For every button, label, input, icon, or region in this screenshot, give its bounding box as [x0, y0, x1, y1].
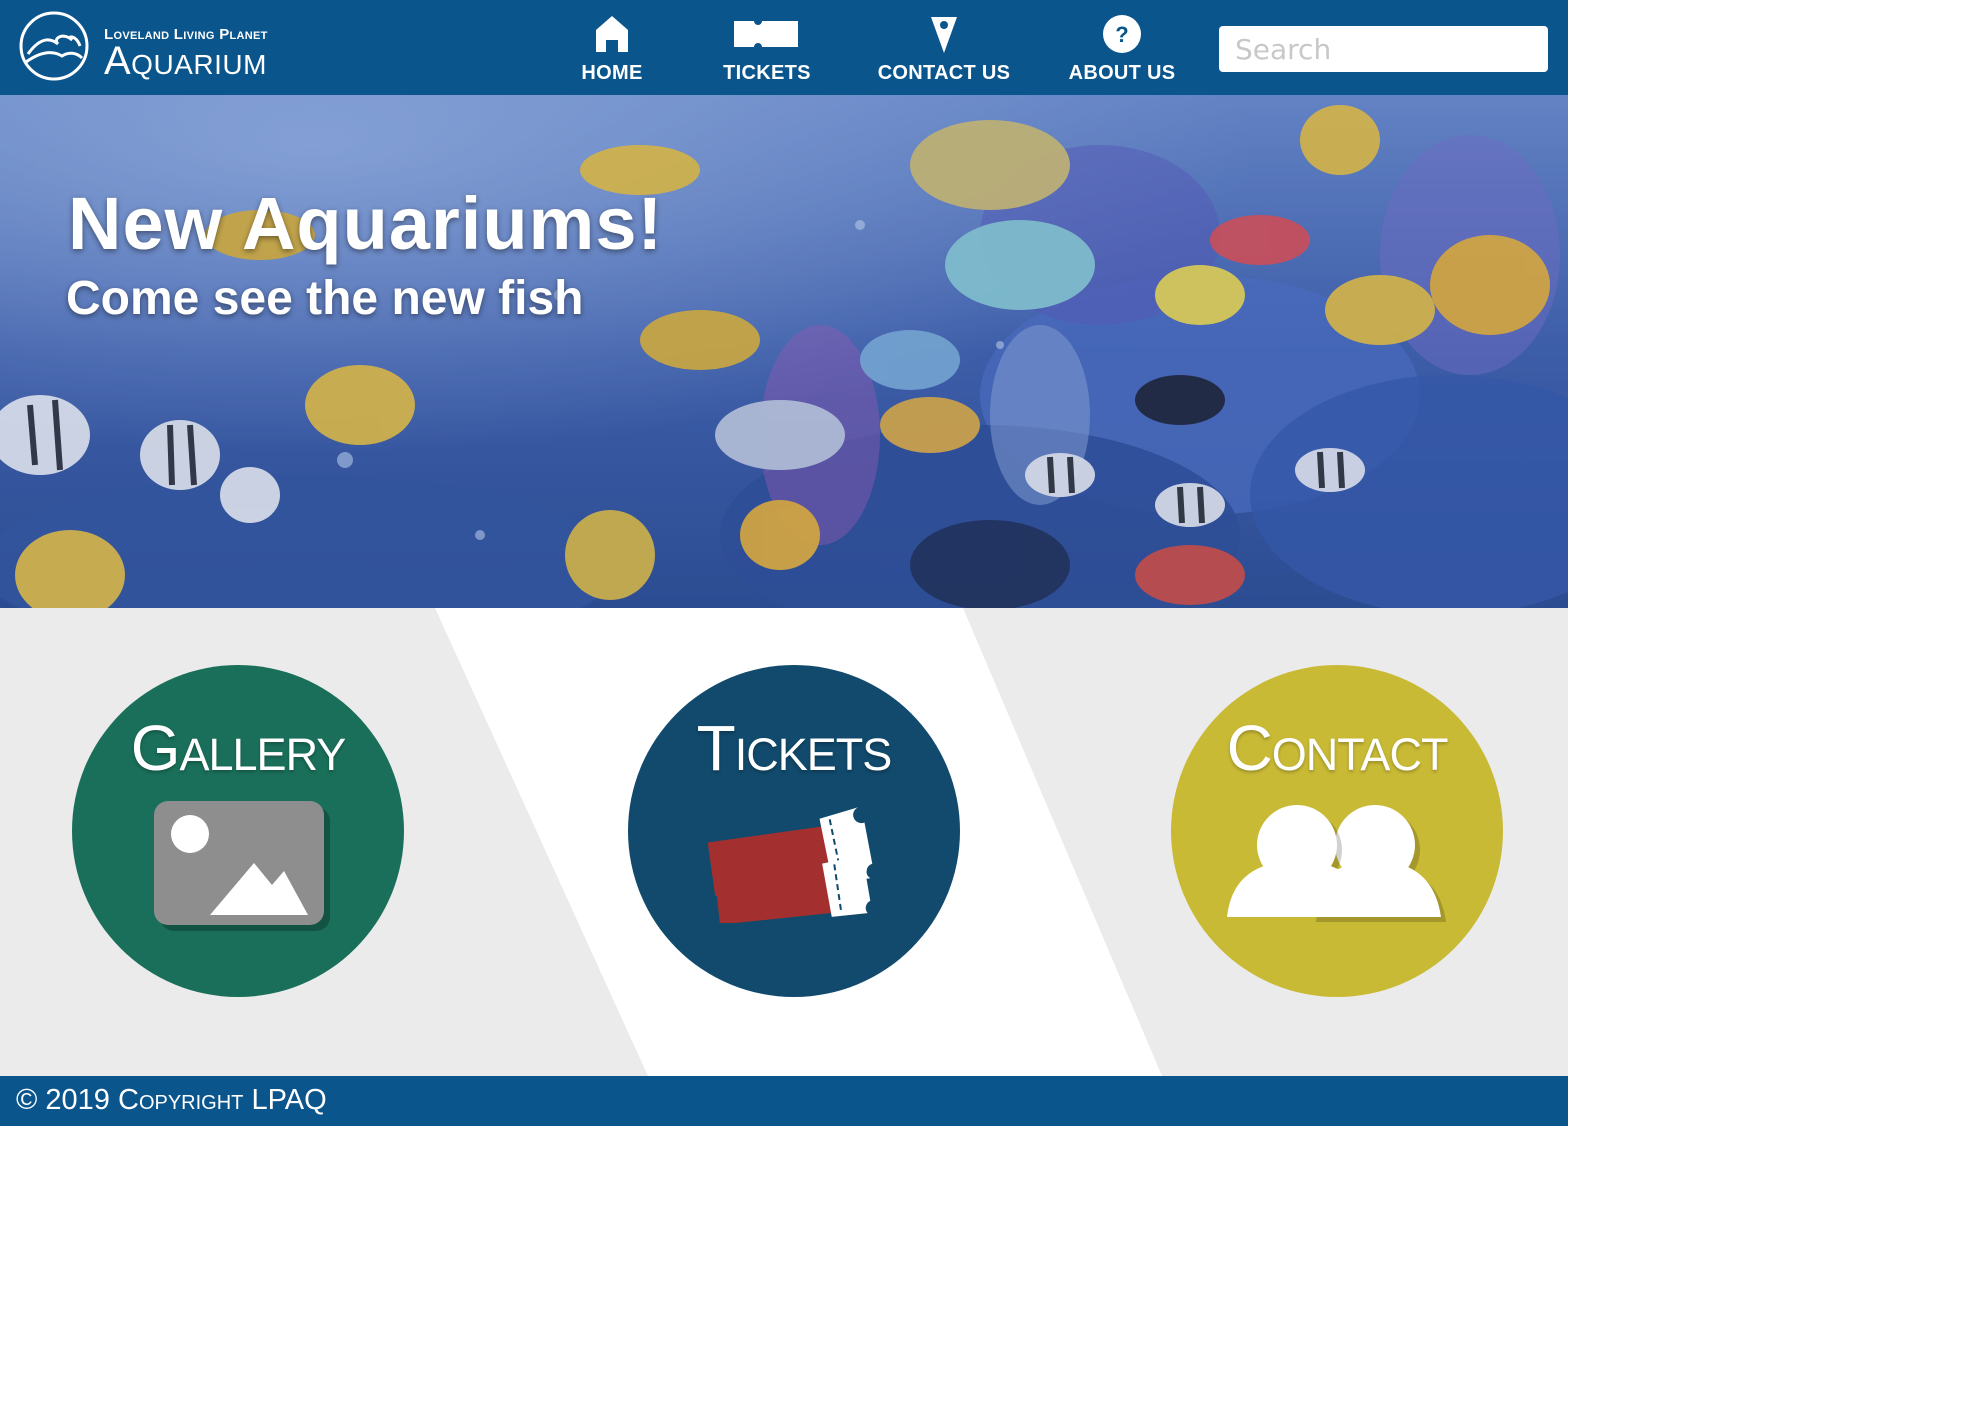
home-icon: [596, 16, 628, 52]
nav-home[interactable]: HOME: [532, 12, 692, 92]
nav-tickets[interactable]: TICKETS: [687, 12, 847, 92]
logo-title: Aquarium: [104, 39, 267, 83]
tickets-tile[interactable]: Tickets: [628, 665, 960, 997]
nav-home-label: HOME: [581, 62, 643, 84]
ticket-icon: [734, 21, 798, 47]
copyright-text: © 2019 Copyright LPAQ: [16, 1084, 327, 1116]
contact-tile[interactable]: Contact: [1171, 665, 1503, 997]
quick-links-section: Gallery Tickets Contact: [0, 608, 1568, 1076]
site-logo[interactable]: Loveland Living Planet Aquarium: [104, 26, 268, 83]
nav-about-us[interactable]: ? ABOUT US: [1042, 12, 1202, 92]
map-pin-icon: [931, 17, 957, 53]
image-icon: [154, 801, 330, 931]
question-icon: ?: [1103, 15, 1141, 53]
hero-subtitle: Come see the new fish: [66, 272, 584, 325]
search-input[interactable]: [1219, 26, 1548, 72]
hero-title: New Aquariums!: [68, 182, 664, 265]
gallery-tile-label: Gallery: [130, 712, 347, 784]
contact-tile-label: Contact: [1226, 712, 1449, 784]
nav-contact-us[interactable]: CONTACT US: [864, 12, 1024, 92]
hero-banner: New Aquariums! Come see the new fish: [0, 95, 1568, 608]
people-icon: [1227, 805, 1446, 922]
tickets-tile-label: Tickets: [696, 712, 893, 784]
footer-bar: © 2019 Copyright LPAQ: [0, 1076, 1568, 1126]
nav-about-label: ABOUT US: [1068, 62, 1176, 84]
hero-reef-image: [0, 95, 1568, 608]
svg-text:?: ?: [1115, 22, 1128, 47]
tickets-icon: [707, 807, 873, 923]
nav-tickets-label: TICKETS: [723, 62, 811, 84]
wave-logo-icon[interactable]: [18, 10, 90, 82]
gallery-tile[interactable]: Gallery: [72, 665, 404, 997]
header-bar: Loveland Living Planet Aquarium HOME TIC…: [0, 0, 1568, 95]
nav-contact-label: CONTACT US: [877, 62, 1011, 84]
